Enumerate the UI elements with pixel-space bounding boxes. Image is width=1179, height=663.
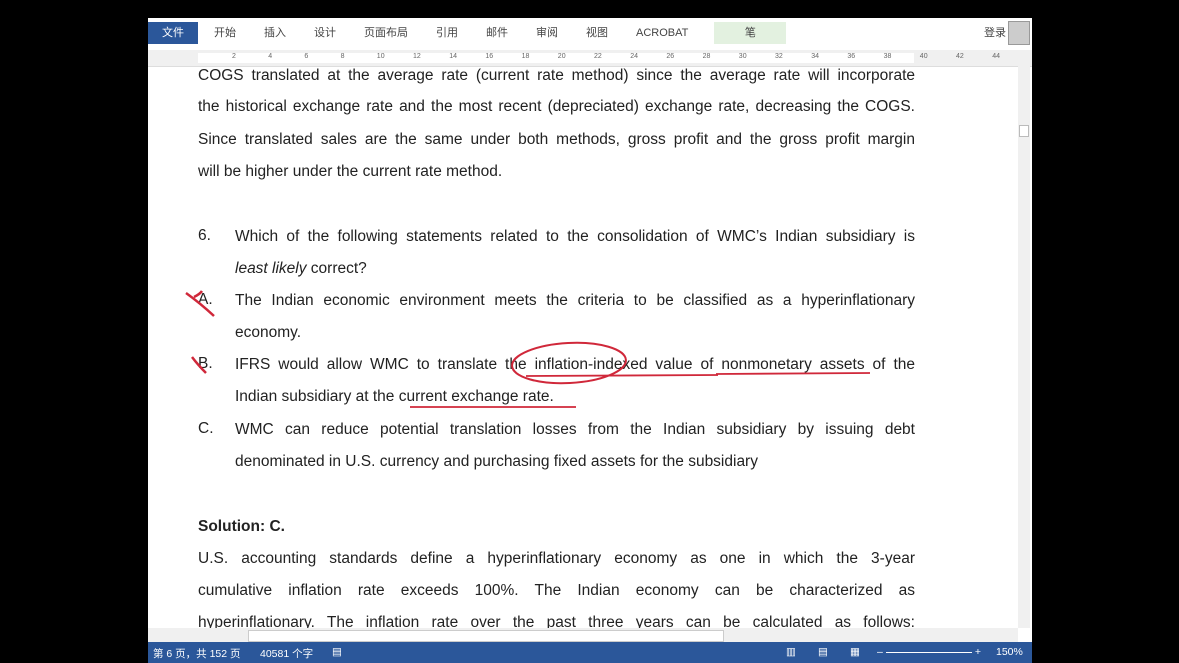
zoom-slider[interactable]: – + (877, 646, 981, 658)
ruler-tick: 14 (449, 53, 457, 60)
ruler-tick: 24 (630, 53, 638, 60)
tab-acrobat[interactable]: ACROBAT (622, 22, 702, 44)
ruler-tick: 26 (666, 53, 675, 60)
status-bar: 第 6 页，共 152 页 40581 个字 ▤ ▥ ▤ ▦ – + 150% (148, 642, 1032, 663)
ruler-tick: 8 (340, 53, 345, 60)
ruler-tick: 4 (268, 53, 273, 60)
horizontal-scrollbar[interactable] (148, 628, 1018, 642)
ruler-tick: 12 (413, 53, 421, 60)
print-layout-icon[interactable]: ▤ (818, 646, 828, 658)
ruler-tick: 38 (883, 53, 892, 60)
tab-home[interactable]: 开始 (200, 22, 250, 44)
ruler-tick: 32 (775, 53, 783, 60)
underline (715, 372, 871, 375)
ruler-tick: 30 (738, 53, 747, 60)
ruler-tick: 22 (594, 53, 602, 60)
ruler-tick: 40 (919, 53, 928, 60)
word-window: 文件 开始 插入 设计 页面布局 引用 邮件 审阅 视图 ACROBAT 笔 登… (148, 18, 1032, 663)
zoom-level[interactable]: 150% (996, 646, 1023, 658)
vertical-scrollbar[interactable] (1018, 50, 1030, 628)
web-layout-icon[interactable]: ▦ (850, 646, 860, 658)
word-count[interactable]: 40581 个字 (260, 646, 313, 661)
tab-view[interactable]: 视图 (572, 22, 622, 44)
ruler-tick: 2 (232, 53, 236, 60)
tab-insert[interactable]: 插入 (250, 22, 300, 44)
read-mode-icon[interactable]: ▥ (786, 646, 796, 658)
ruler-tick: 6 (304, 53, 309, 60)
login-link[interactable]: 登录 (984, 24, 1006, 40)
ruler-tick: 28 (702, 53, 711, 60)
check-mark-a (185, 290, 215, 317)
avatar[interactable] (1008, 21, 1030, 45)
ruler-tick: 18 (521, 53, 530, 60)
underline (525, 374, 719, 377)
scroll-thumb[interactable] (248, 630, 724, 642)
tab-layout[interactable]: 页面布局 (350, 22, 422, 44)
tab-mailings[interactable]: 邮件 (472, 22, 522, 44)
ribbon-tabs: 文件 开始 插入 设计 页面布局 引用 邮件 审阅 视图 ACROBAT 笔 登… (148, 18, 1032, 48)
proofing-icon[interactable]: ▤ (332, 646, 342, 658)
pen-annotations (185, 290, 871, 408)
ruler-tick: 10 (376, 53, 385, 60)
tab-references[interactable]: 引用 (422, 22, 472, 44)
tab-review[interactable]: 审阅 (522, 22, 572, 44)
tab-pen[interactable]: 笔 (714, 22, 787, 44)
ruler-tick: 20 (557, 53, 566, 60)
horizontal-ruler[interactable]: 2 4 6 8 10 12 14 16 18 20 22 24 26 28 30 32 34 36 38 40 42 44 (148, 50, 1032, 67)
tab-design[interactable]: 设计 (300, 22, 350, 44)
tab-file[interactable]: 文件 (148, 22, 198, 44)
ruler-tick: 44 (992, 53, 1000, 60)
ruler-tick: 36 (847, 53, 856, 60)
check-mark-b (191, 356, 207, 374)
document-page[interactable]: COGS translated at the average rate (cur… (148, 67, 1018, 628)
ruler-tick: 34 (811, 53, 819, 60)
page-count[interactable]: 第 6 页，共 152 页 (153, 646, 241, 661)
ruler-tick: 16 (485, 53, 494, 60)
scroll-thumb[interactable] (1019, 125, 1029, 137)
circle-annotation (511, 341, 627, 385)
ruler-tick: 42 (956, 53, 964, 60)
